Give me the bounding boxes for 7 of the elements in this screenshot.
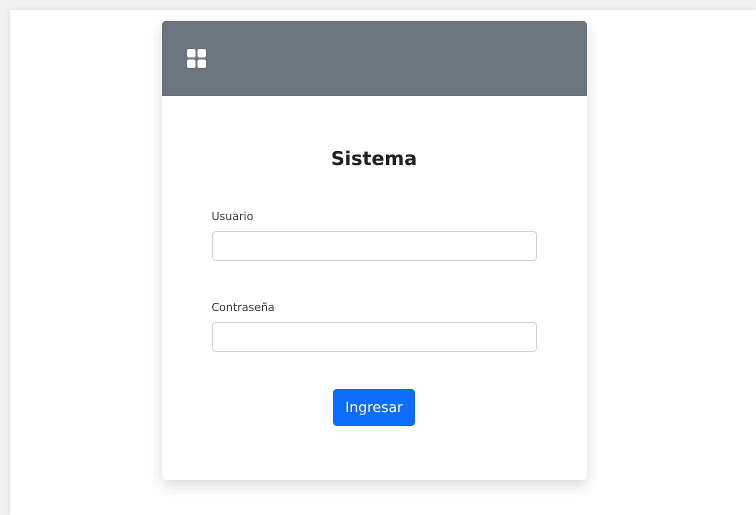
field-label: Contraseña [212,301,275,314]
grid-icon [186,49,206,68]
input-field[interactable] [212,231,536,261]
form-title: Sistema [330,148,418,170]
input-field[interactable] [212,322,536,352]
field-label: Usuario [212,210,254,223]
submit-button[interactable]: Ingresar [333,389,415,426]
